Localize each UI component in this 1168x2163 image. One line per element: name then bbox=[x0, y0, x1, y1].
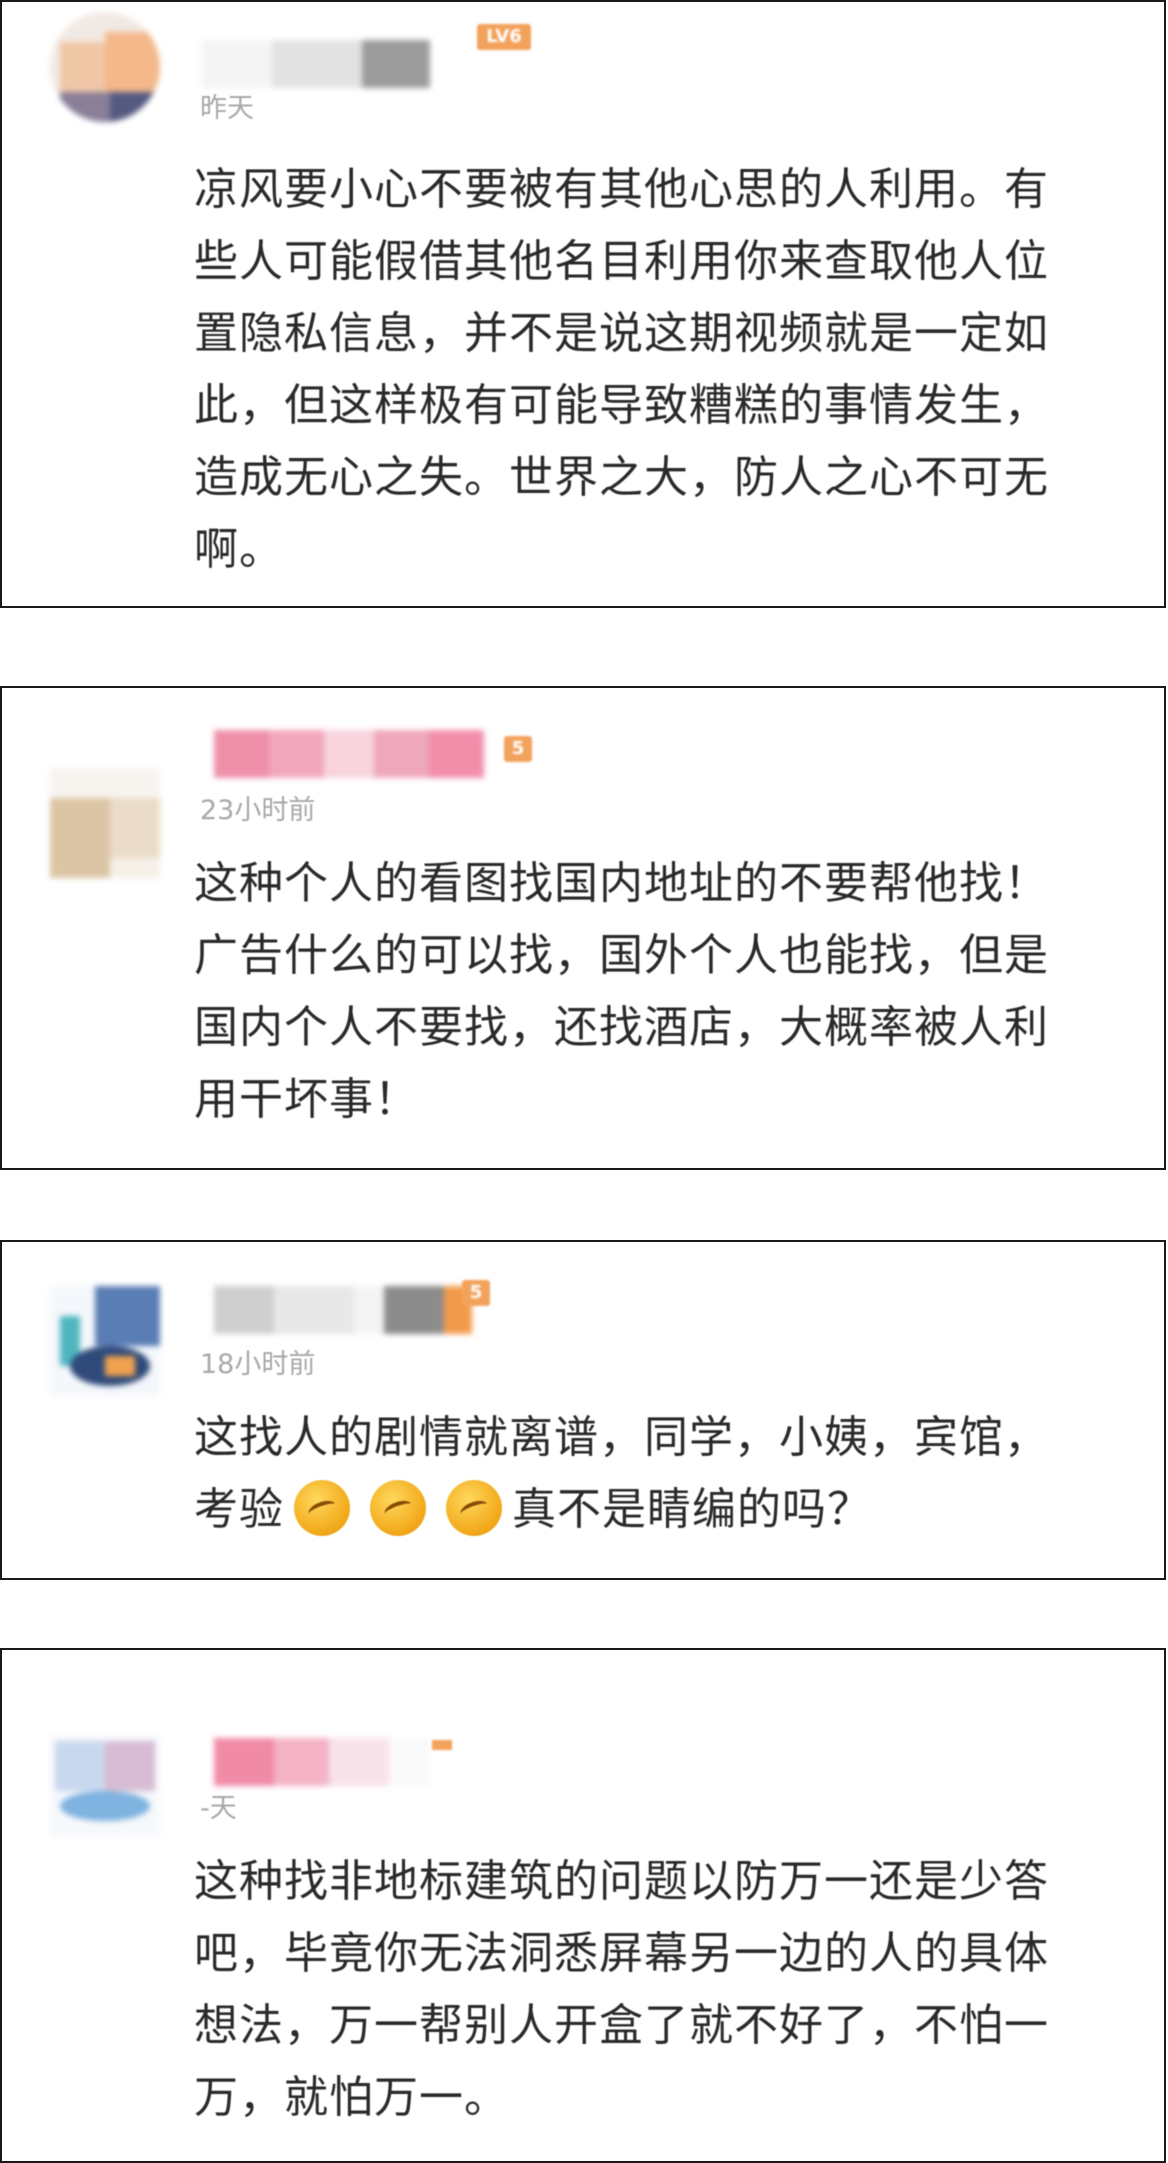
username-redacted[interactable] bbox=[214, 1286, 472, 1334]
comment-card-1: LV6 昨天 凉风要小心不要被有其他心思的人利用。有 些人可能假借其他名目利用你… bbox=[0, 0, 1166, 608]
avatar[interactable] bbox=[50, 768, 160, 878]
timestamp: 昨天 bbox=[200, 93, 254, 124]
username-redacted[interactable] bbox=[214, 1738, 429, 1786]
comment-text: 这种个人的看图找国内地址的不要帮他找！ 广告什么的可以找，国外个人也能找，但是 … bbox=[194, 858, 1049, 1125]
username-redacted[interactable] bbox=[202, 40, 430, 88]
comment-card-4: -天 这种找非地标建筑的问题以防万一还是少答 吧，毕竟你无法洞悉屏幕另一边的人的… bbox=[0, 1648, 1166, 2163]
comment-text: 凉风要小心不要被有其他心思的人利用。有 些人可能假借其他名目利用你来查取他人位 … bbox=[194, 164, 1049, 575]
comment-card-2: 5 23小时前 这种个人的看图找国内地址的不要帮他找！ 广告什么的可以找，国外个… bbox=[0, 686, 1166, 1170]
comment-text: 这种找非地标建筑的问题以防万一还是少答 吧，毕竟你无法洞悉屏幕另一边的人的具体 … bbox=[194, 1856, 1049, 2123]
avatar[interactable] bbox=[50, 1286, 160, 1396]
avatar[interactable] bbox=[50, 12, 160, 122]
username-redacted[interactable] bbox=[214, 730, 484, 778]
timestamp: -天 bbox=[200, 1793, 237, 1824]
level-badge: 5 bbox=[462, 1280, 490, 1306]
dizzy-face-emoji bbox=[294, 1480, 350, 1536]
comment-text-part2: 真不是睛编的吗？ bbox=[512, 1484, 872, 1535]
dizzy-face-emoji bbox=[446, 1480, 502, 1536]
comment-card-3: 5 18小时前 这找人的剧情就离谱，同学，小姨，宾馆， 考验 真不是睛编的吗？ bbox=[0, 1240, 1166, 1580]
level-badge bbox=[432, 1740, 452, 1750]
timestamp: 23小时前 bbox=[200, 795, 316, 826]
level-badge: 5 bbox=[504, 736, 532, 762]
timestamp: 18小时前 bbox=[200, 1349, 316, 1380]
level-badge: LV6 bbox=[477, 24, 531, 50]
avatar[interactable] bbox=[50, 1736, 160, 1836]
dizzy-face-emoji bbox=[370, 1480, 426, 1536]
comment-text: 这找人的剧情就离谱，同学，小姨，宾馆， 考验 真不是睛编的吗？ bbox=[194, 1402, 1049, 1546]
